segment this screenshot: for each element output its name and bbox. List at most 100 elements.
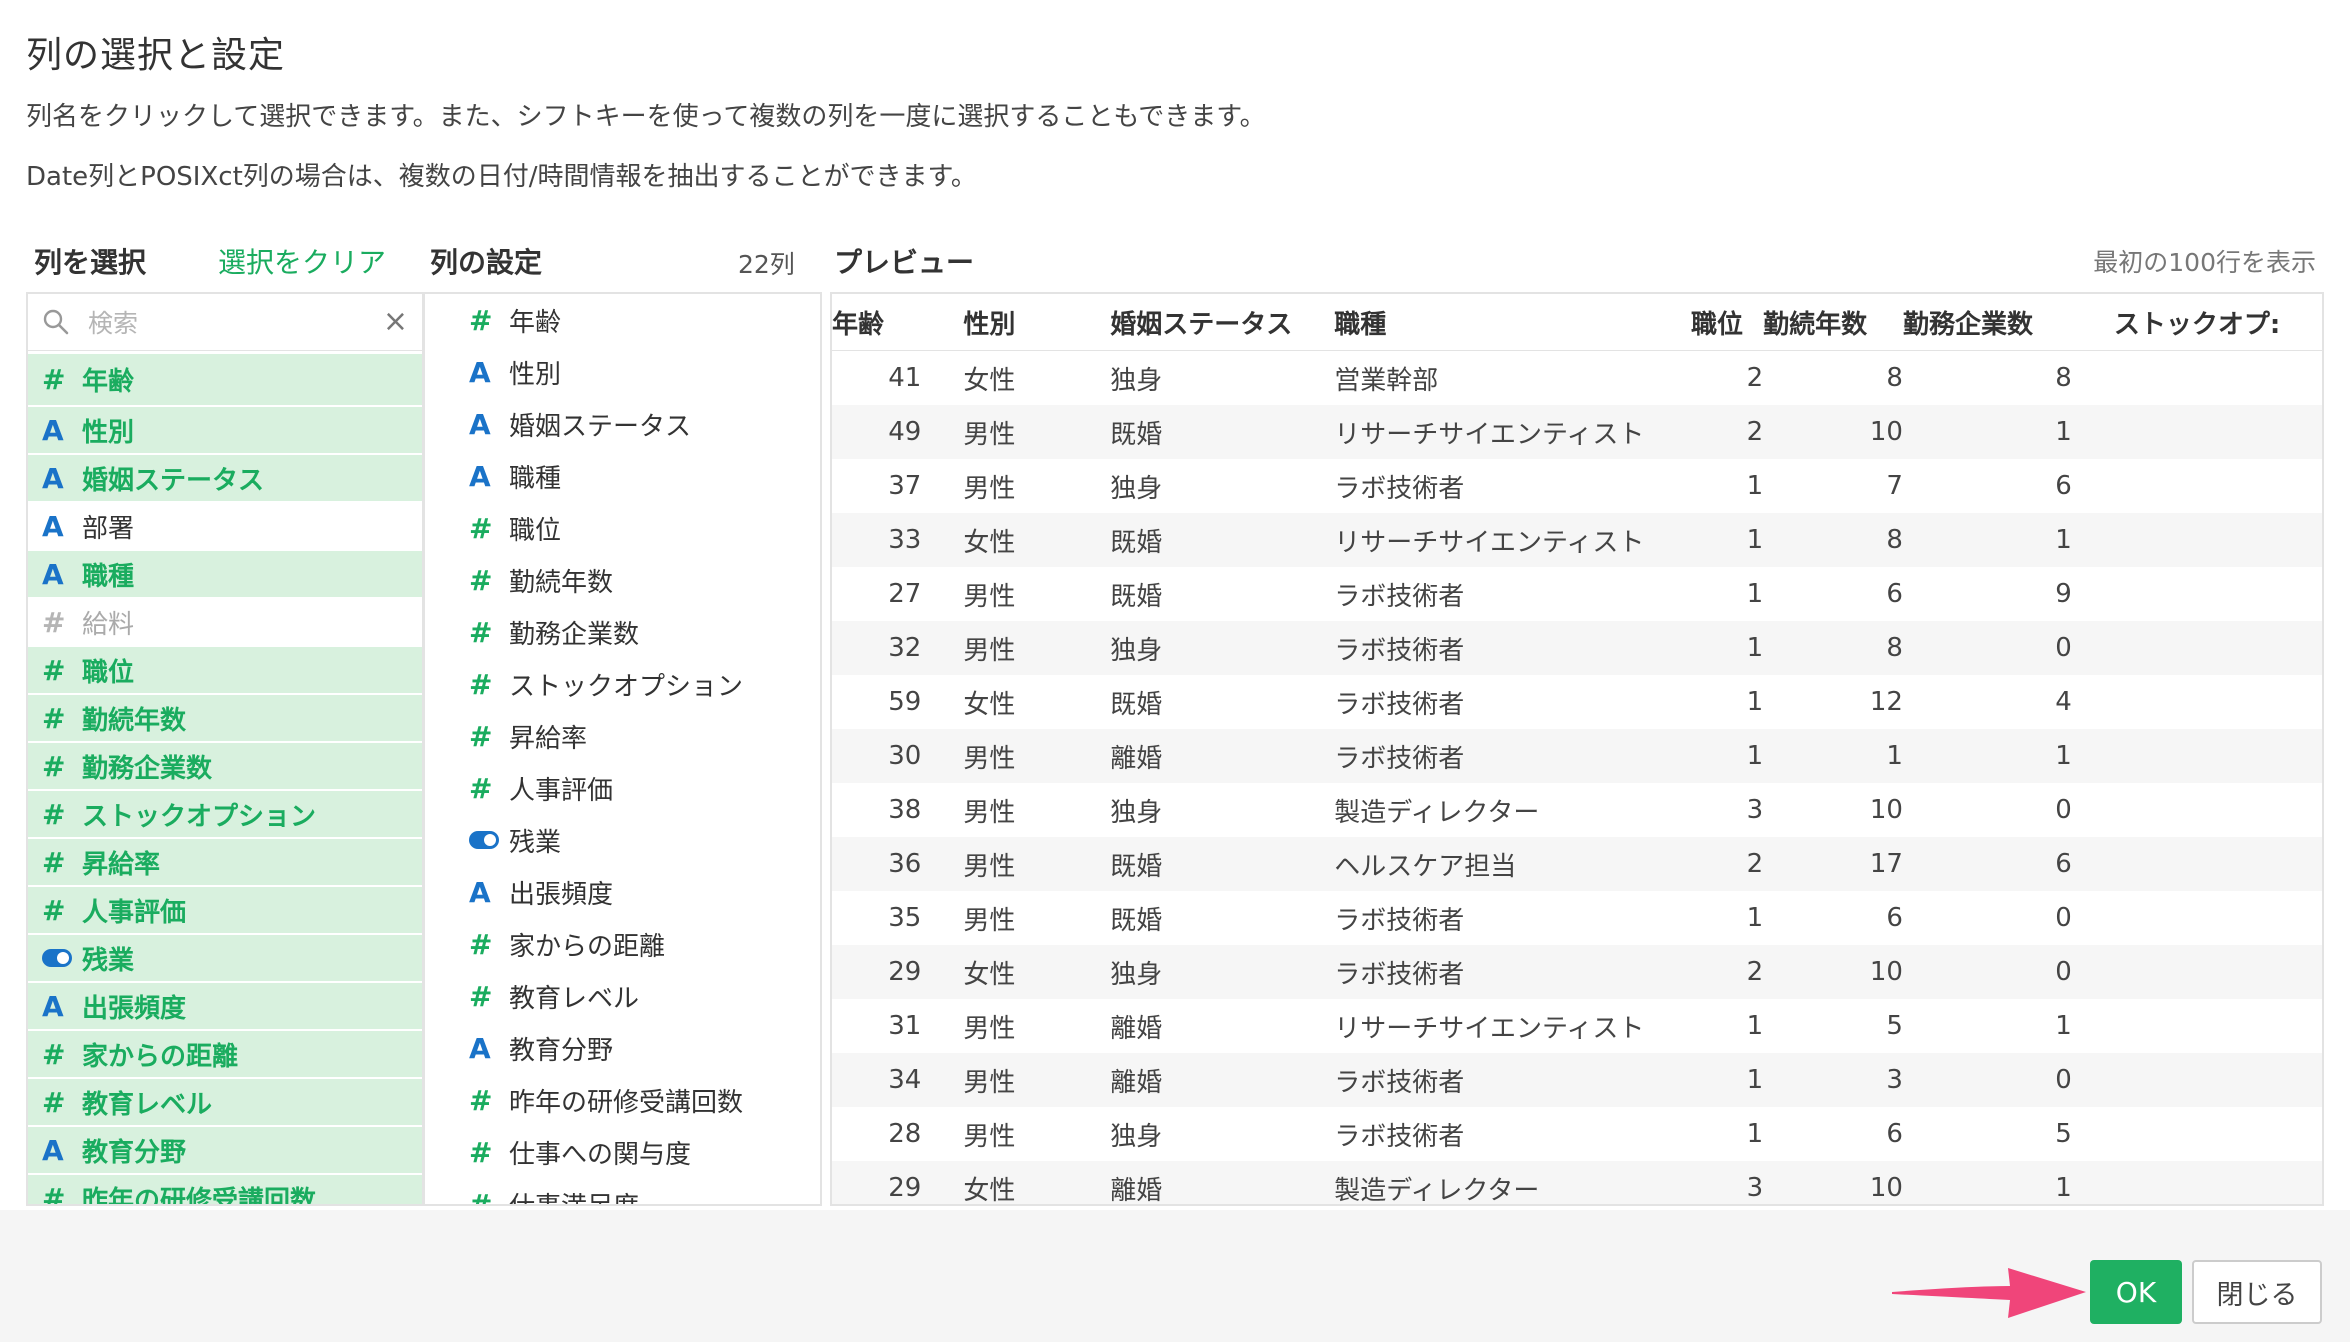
settings-item[interactable]: A 教育分野 — [425, 1022, 820, 1074]
settings-item-label: 年齢 — [509, 307, 562, 338]
table-cell — [2071, 1161, 2322, 1204]
table-cell: 1 — [1902, 1161, 2072, 1204]
select-item[interactable]: # 勤務企業数 — [28, 743, 422, 789]
select-item[interactable]: A 教育分野 — [28, 1127, 422, 1173]
text-type-icon: A — [469, 1031, 491, 1065]
text-type-icon: A — [469, 407, 491, 441]
table-cell — [2071, 945, 2322, 999]
table-cell: 10 — [1763, 1161, 1903, 1204]
settings-item[interactable]: # 昨年の研修受講回数 — [425, 1074, 820, 1126]
table-cell: 離婚 — [1110, 1013, 1163, 1044]
select-item-label: 職位 — [82, 657, 135, 688]
select-item[interactable]: # 人事評価 — [28, 887, 422, 933]
table-cell: 6 — [1886, 579, 1903, 609]
settings-item-label: 昨年の研修受講回数 — [509, 1087, 744, 1118]
table-cell: 男性 — [963, 1121, 1016, 1152]
settings-item[interactable]: # 仕事満足度 — [425, 1178, 820, 1205]
select-item[interactable]: A 職種 — [28, 551, 422, 597]
text-type-icon: A — [469, 459, 491, 493]
table-cell: 女性 — [921, 945, 1069, 999]
table-row: 36 男性 既婚 ヘルスケア担当 2 17 6 — [832, 837, 2322, 891]
settings-item[interactable]: # 昇給率 — [425, 710, 820, 762]
clear-selection-link[interactable]: 選択をクリア — [218, 241, 386, 281]
select-item[interactable]: A 出張頻度 — [28, 983, 422, 1029]
settings-item[interactable]: # 勤務企業数 — [425, 606, 820, 658]
settings-item[interactable]: # ストックオプション — [425, 658, 820, 710]
number-type-icon: # — [469, 667, 493, 701]
settings-item-label: 職位 — [509, 515, 562, 546]
table-cell: 製造ディレクター — [1334, 1161, 1691, 1204]
table-cell: 男性 — [921, 729, 1069, 783]
table-cell: ラボ技術者 — [1334, 1121, 1465, 1152]
settings-item[interactable]: A 性別 — [425, 346, 820, 398]
settings-item[interactable]: # 職位 — [425, 502, 820, 554]
preview-section-heading: プレビュー — [834, 246, 975, 279]
table-cell: 1 — [1746, 471, 1764, 501]
table-cell: 36 — [832, 837, 922, 891]
select-item[interactable]: # 年齢 — [28, 354, 422, 405]
text-type-icon: A — [469, 355, 491, 389]
toggle-type-icon — [42, 949, 72, 967]
table-cell: 営業幹部 — [1334, 365, 1439, 396]
table-cell: 2 — [1690, 405, 1764, 459]
select-item[interactable]: # 昨年の研修受講回数 — [28, 1175, 422, 1204]
close-button[interactable]: 閉じる — [2192, 1260, 2322, 1324]
number-type-icon: # — [42, 701, 66, 735]
number-type-icon: # — [469, 979, 493, 1013]
settings-item[interactable]: A 職種 — [425, 450, 820, 502]
select-item-label: 残業 — [82, 945, 135, 976]
select-item-label: 性別 — [82, 417, 135, 448]
settings-item[interactable]: 残業 — [425, 814, 820, 866]
table-cell: 0 — [2055, 903, 2072, 933]
number-type-icon: # — [469, 303, 493, 337]
table-cell: 1 — [2055, 1011, 2072, 1041]
number-type-icon: # — [42, 797, 66, 831]
search-box: × — [28, 294, 422, 351]
table-cell: 既婚 — [1110, 689, 1163, 720]
select-item[interactable]: # 勤続年数 — [28, 695, 422, 741]
table-row: 29 女性 独身 ラボ技術者 2 10 0 — [832, 945, 2322, 999]
table-cell: 独身 — [1110, 365, 1163, 396]
table-cell: 1 — [1902, 405, 2072, 459]
select-item[interactable]: # 昇給率 — [28, 839, 422, 885]
select-item-label: 昇給率 — [82, 849, 161, 880]
number-type-icon: # — [469, 1083, 493, 1117]
settings-item[interactable]: A 婚姻ステータス — [425, 398, 820, 450]
text-type-icon: A — [42, 557, 64, 591]
table-cell: 離婚 — [1068, 1161, 1335, 1204]
settings-item[interactable]: # 仕事への関与度 — [425, 1126, 820, 1178]
table-cell: 1 — [1763, 729, 1903, 783]
settings-item[interactable]: # 人事評価 — [425, 762, 820, 814]
table-cell: 6 — [2055, 471, 2072, 501]
table-row: 31 男性 離婚 リサーチサイエンティスト 1 5 1 — [832, 999, 2322, 1053]
select-item[interactable]: # 給料 — [28, 599, 422, 645]
ok-button[interactable]: OK — [2090, 1260, 2182, 1324]
search-input[interactable] — [86, 302, 380, 344]
clear-search-icon[interactable]: × — [383, 304, 408, 339]
number-type-icon: # — [469, 771, 493, 805]
settings-item[interactable]: # 家からの距離 — [425, 918, 820, 970]
select-item[interactable]: 残業 — [28, 935, 422, 981]
select-item[interactable]: A 婚姻ステータス — [28, 455, 422, 501]
select-item[interactable]: A 部署 — [28, 503, 422, 549]
select-item[interactable]: # 職位 — [28, 647, 422, 693]
select-item-label: 職種 — [82, 561, 135, 592]
select-item[interactable]: # 教育レベル — [28, 1079, 422, 1125]
table-cell: ラボ技術者 — [1334, 945, 1691, 999]
select-item[interactable]: # 家からの距離 — [28, 1031, 422, 1077]
settings-item[interactable]: # 年齢 — [425, 294, 820, 346]
table-cell: 離婚 — [1068, 729, 1335, 783]
table-cell: 59 — [888, 687, 922, 717]
settings-item[interactable]: # 勤続年数 — [425, 554, 820, 606]
settings-item[interactable]: # 教育レベル — [425, 970, 820, 1022]
preview-column-header: 勤務企業数 — [1902, 294, 2072, 351]
settings-item[interactable]: A 出張頻度 — [425, 866, 820, 918]
preview-panel[interactable]: 年齢 性別 婚姻ステータス 職種 職位 勤続年数 勤務企業数 ストックオプ: 41 女性 独身 営業… — [830, 292, 2324, 1206]
table-cell: 独身 — [1110, 473, 1163, 504]
settings-item-label: 仕事への関与度 — [509, 1139, 692, 1170]
dialog-description-2: Date列とPOSIXct列の場合は、複数の日付/時間情報を抽出することができま… — [26, 162, 977, 192]
select-item[interactable]: A 性別 — [28, 407, 422, 453]
select-item[interactable]: # ストックオプション — [28, 791, 422, 837]
table-row: 33 女性 既婚 リサーチサイエンティスト 1 8 1 — [832, 513, 2322, 567]
table-cell: 男性 — [963, 581, 1016, 612]
